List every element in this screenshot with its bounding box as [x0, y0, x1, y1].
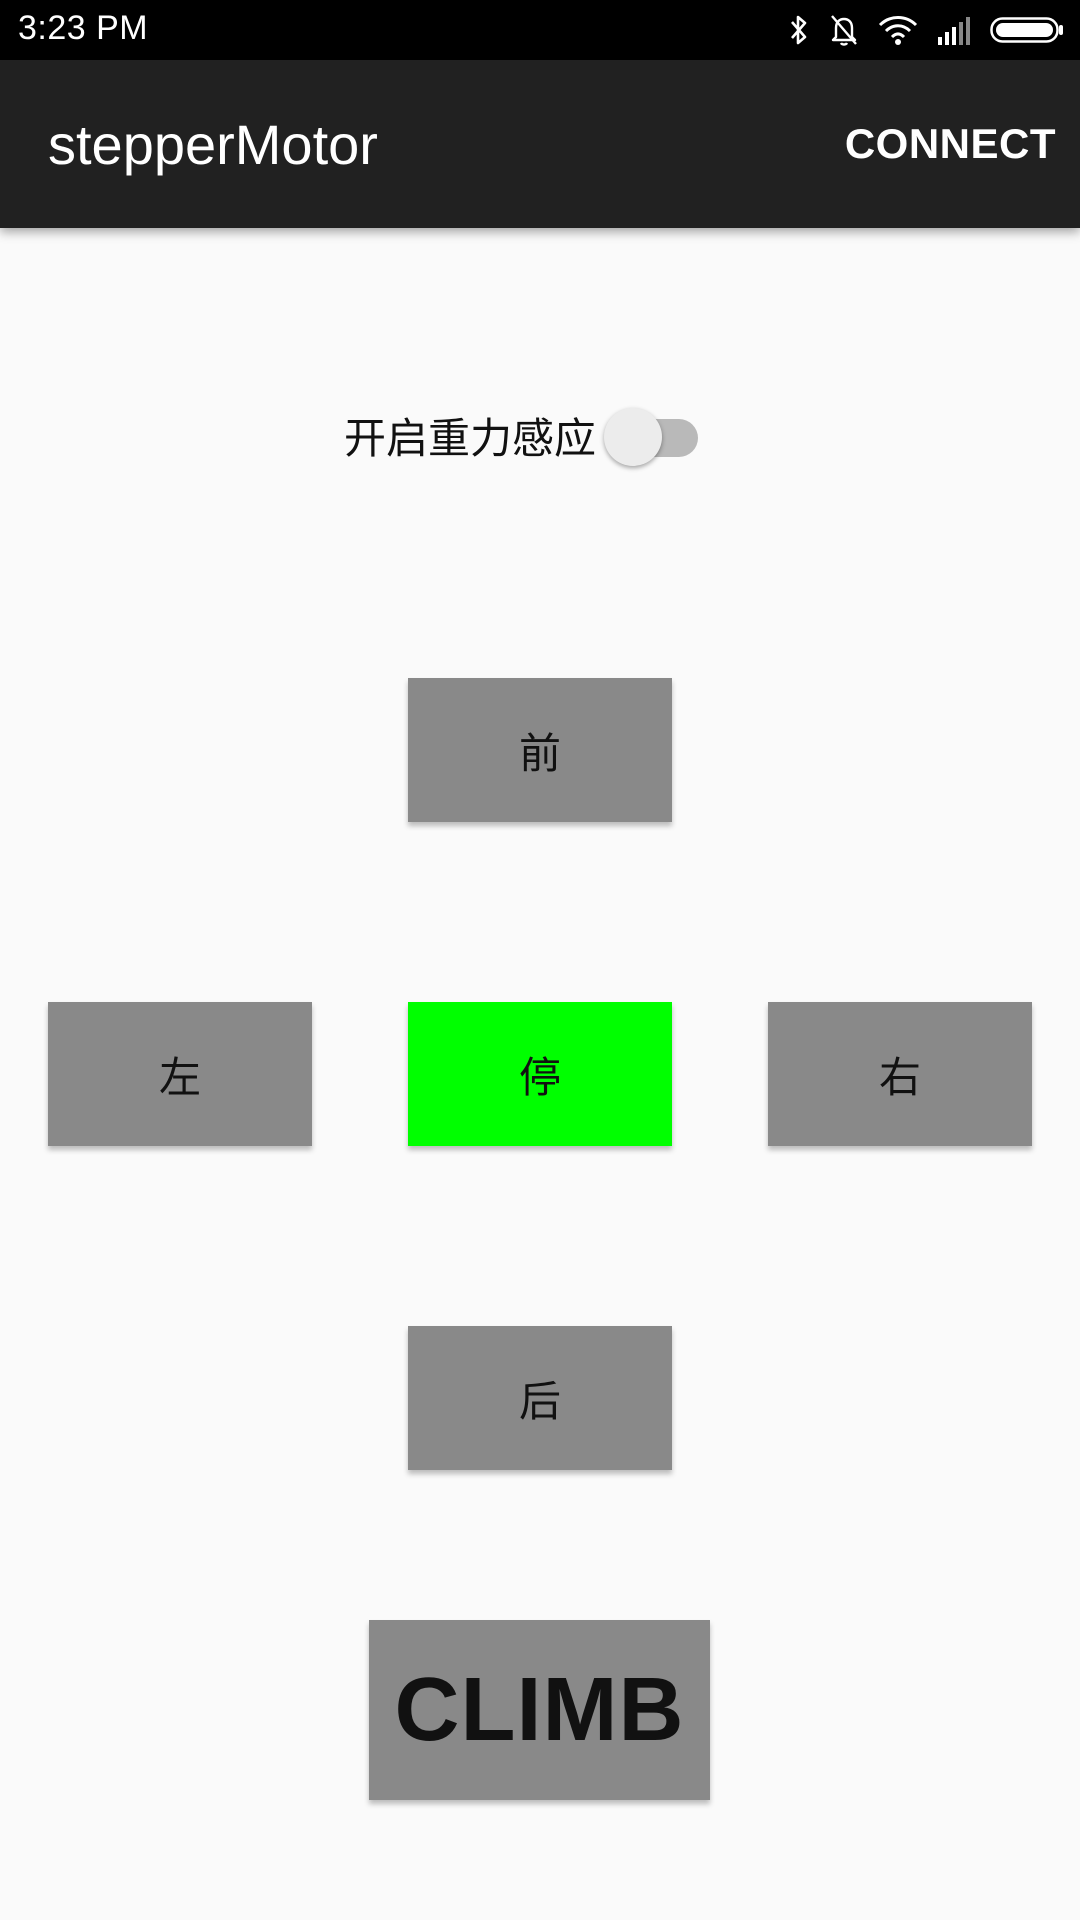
connect-button[interactable]: CONNECT	[845, 120, 1056, 168]
gravity-sensor-row: 开启重力感应	[344, 400, 700, 470]
right-button[interactable]: 右	[768, 1002, 1032, 1146]
bluetooth-icon	[788, 13, 810, 47]
stop-button[interactable]: 停	[408, 1002, 672, 1146]
back-button[interactable]: 后	[408, 1326, 672, 1470]
switch-thumb	[604, 408, 663, 466]
battery-icon	[990, 13, 1064, 47]
gravity-sensor-switch[interactable]	[604, 400, 700, 470]
app-title: stepperMotor	[48, 113, 378, 176]
signal-icon	[936, 13, 972, 47]
notifications-off-icon	[828, 13, 860, 47]
wifi-icon	[878, 13, 918, 47]
status-icons	[788, 12, 1064, 48]
status-time: 3:23 PM	[18, 9, 149, 47]
app-bar: stepperMotor CONNECT	[0, 60, 1080, 228]
forward-button[interactable]: 前	[408, 678, 672, 822]
left-button[interactable]: 左	[48, 1002, 312, 1146]
status-bar: 3:23 PM	[0, 0, 1080, 60]
climb-button[interactable]: CLIMB	[369, 1620, 710, 1800]
gravity-sensor-label: 开启重力感应	[344, 413, 597, 463]
